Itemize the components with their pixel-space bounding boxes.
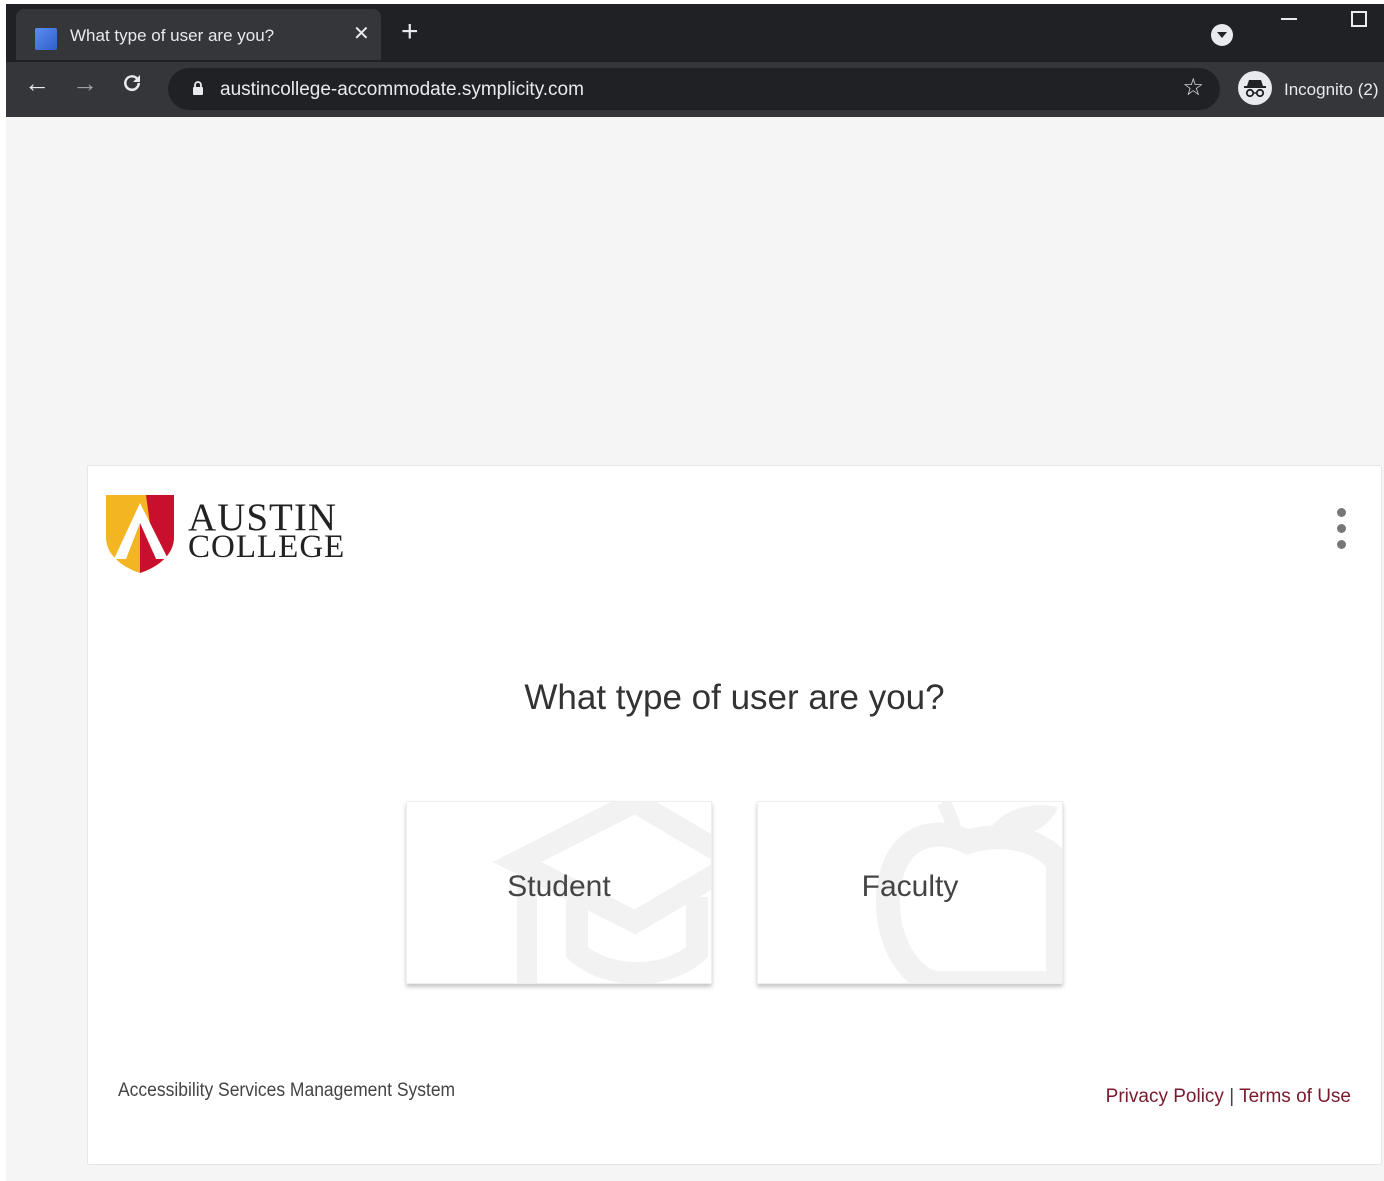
page-title: What type of user are you? bbox=[524, 678, 945, 717]
austin-college-logo[interactable]: AUSTIN COLLEGE bbox=[106, 493, 366, 575]
kebab-dot bbox=[1337, 540, 1346, 549]
incognito-glyph-icon bbox=[1244, 80, 1266, 98]
tab-favicon-icon bbox=[35, 28, 57, 50]
url-text[interactable]: austincollege-accommodate.symplicity.com bbox=[220, 79, 584, 101]
new-tab-button[interactable]: + bbox=[401, 17, 419, 47]
browser-toolbar: ← → austincollege-accommodate.symplicity… bbox=[6, 62, 1384, 117]
reload-icon bbox=[124, 75, 141, 92]
incognito-label[interactable]: Incognito (2) bbox=[1284, 80, 1379, 100]
shield-logo-icon bbox=[106, 495, 174, 573]
system-name: Accessibility Services Management System bbox=[118, 1080, 456, 1101]
kebab-dot bbox=[1337, 508, 1346, 517]
reload-button[interactable] bbox=[120, 71, 144, 100]
browser-chrome: What type of user are you? ✕ + ← → austi… bbox=[6, 4, 1384, 117]
student-button[interactable]: Student bbox=[406, 801, 712, 984]
maximize-icon[interactable] bbox=[1351, 11, 1367, 27]
back-button[interactable]: ← bbox=[24, 70, 50, 96]
bookmark-star-icon[interactable]: ☆ bbox=[1182, 76, 1204, 100]
footer-links: Privacy Policy | Terms of Use bbox=[1106, 1086, 1351, 1108]
incognito-icon[interactable] bbox=[1238, 71, 1272, 105]
kebab-dot bbox=[1337, 524, 1346, 533]
browser-tab[interactable]: What type of user are you? ✕ bbox=[16, 9, 381, 60]
forward-button[interactable]: → bbox=[72, 70, 98, 96]
minimize-icon[interactable] bbox=[1281, 18, 1297, 20]
faculty-label: Faculty bbox=[861, 870, 959, 903]
student-label: Student bbox=[507, 870, 611, 903]
tab-title: What type of user are you? bbox=[70, 26, 275, 45]
tab-search-icon[interactable] bbox=[1211, 24, 1233, 46]
terms-of-use-link[interactable]: Terms of Use bbox=[1239, 1086, 1351, 1107]
faculty-button[interactable]: Faculty bbox=[757, 801, 1063, 984]
page-background: AUSTIN COLLEGE What type of user are you… bbox=[6, 117, 1384, 1181]
address-bar[interactable]: austincollege-accommodate.symplicity.com… bbox=[168, 68, 1220, 110]
tab-close-icon[interactable]: ✕ bbox=[353, 24, 370, 44]
lock-icon bbox=[193, 81, 203, 95]
more-options-button[interactable] bbox=[1332, 508, 1352, 552]
logo-text-college: COLLEGE bbox=[188, 529, 346, 565]
user-type-card: AUSTIN COLLEGE What type of user are you… bbox=[87, 465, 1382, 1165]
privacy-policy-link[interactable]: Privacy Policy bbox=[1106, 1086, 1224, 1107]
footer-separator: | bbox=[1223, 1086, 1240, 1107]
